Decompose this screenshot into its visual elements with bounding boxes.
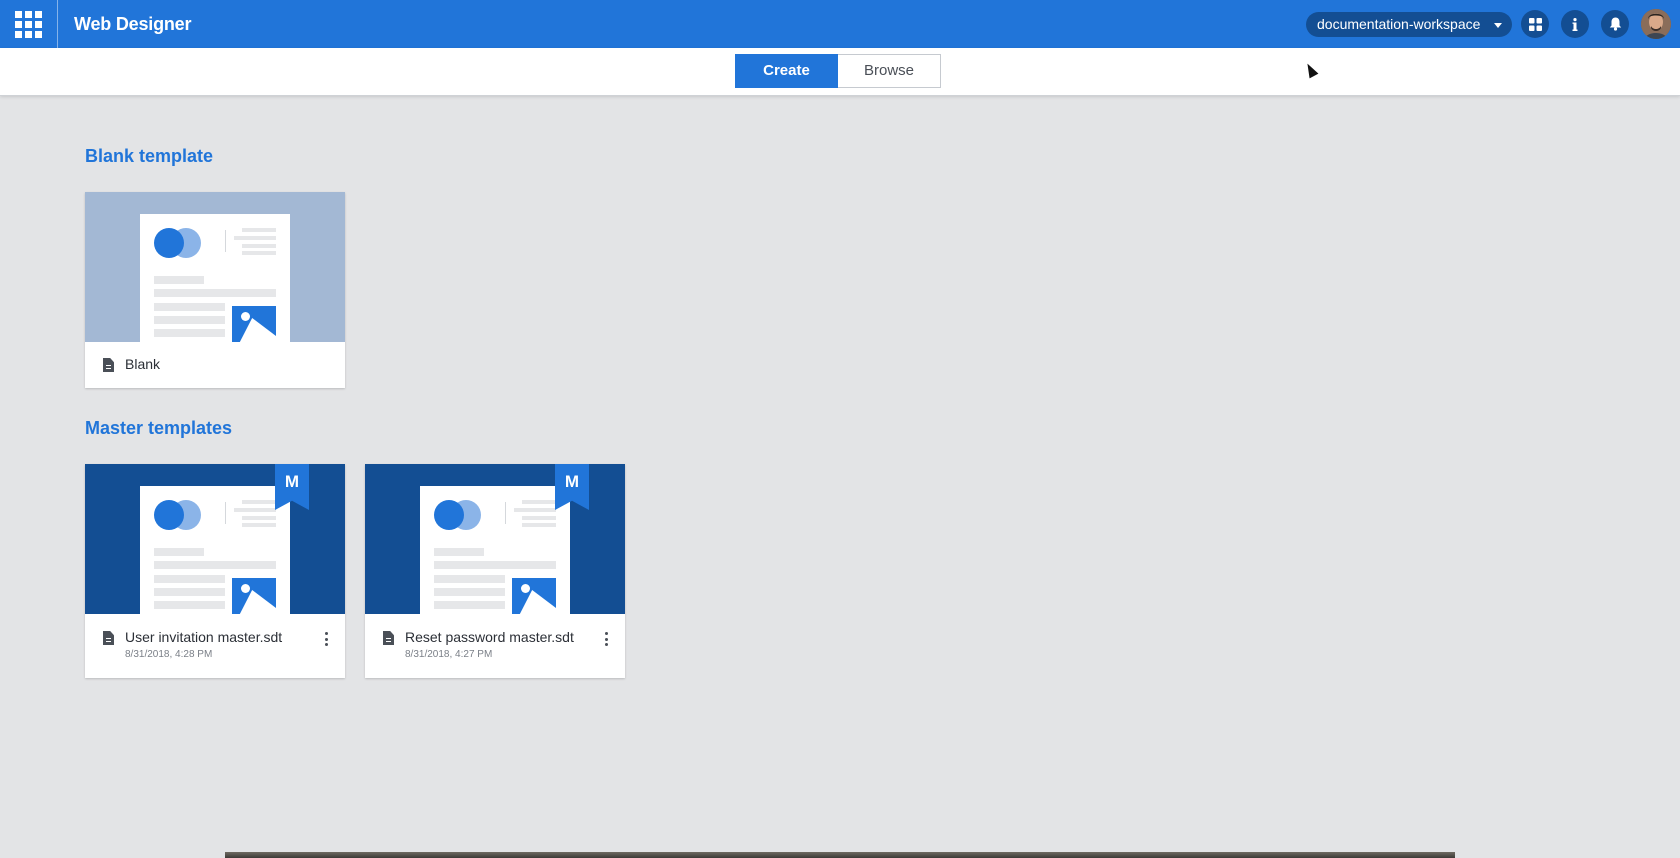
master-badge: M xyxy=(275,464,309,510)
tab-browse[interactable]: Browse xyxy=(838,54,941,88)
dashboard-button[interactable] xyxy=(1521,10,1549,38)
section-title-blank: Blank template xyxy=(85,146,214,166)
view-switcher: Create Browse xyxy=(735,54,941,88)
template-card-blank[interactable]: Blank xyxy=(85,192,345,388)
info-button[interactable] xyxy=(1561,10,1589,38)
more-options-icon[interactable] xyxy=(603,632,609,646)
template-card-reset-password[interactable]: M Reset password master.sdt 8/31/2018, 4… xyxy=(365,464,625,678)
template-thumbnail: M xyxy=(365,464,625,614)
master-badge: M xyxy=(555,464,589,510)
workspace-label: documentation-workspace xyxy=(1317,16,1481,32)
dashboard-icon xyxy=(1528,17,1542,31)
info-icon xyxy=(1572,17,1578,31)
avatar[interactable] xyxy=(1641,9,1671,39)
template-name: Reset password master.sdt xyxy=(405,629,574,645)
top-bar: Web Designer documentation-workspace xyxy=(0,0,1680,48)
template-date: 8/31/2018, 4:28 PM xyxy=(125,649,213,660)
template-thumbnail: M xyxy=(85,464,345,614)
app-title: Web Designer xyxy=(74,13,192,34)
bottom-edge xyxy=(225,852,1455,858)
file-icon xyxy=(383,631,394,645)
file-icon xyxy=(103,631,114,645)
image-placeholder-icon xyxy=(232,578,276,614)
workspace-selector[interactable]: documentation-workspace xyxy=(1306,12,1513,37)
template-thumbnail xyxy=(85,192,345,342)
image-placeholder-icon xyxy=(232,306,276,342)
tab-create[interactable]: Create xyxy=(735,54,838,88)
template-name: Blank xyxy=(125,356,161,372)
template-card-user-invitation[interactable]: M User invitation master.sdt 8/31/2018, … xyxy=(85,464,345,678)
template-name: User invitation master.sdt xyxy=(125,629,283,645)
section-title-master: Master templates xyxy=(85,418,233,438)
user-avatar-icon xyxy=(1641,9,1671,39)
bell-icon xyxy=(1609,17,1621,31)
template-date: 8/31/2018, 4:27 PM xyxy=(405,649,493,660)
file-icon xyxy=(103,358,114,372)
sub-toolbar: Create Browse xyxy=(0,48,1680,96)
notifications-button[interactable] xyxy=(1601,10,1629,38)
apps-grid-icon[interactable] xyxy=(0,0,58,48)
image-placeholder-icon xyxy=(512,578,556,614)
caret-down-icon xyxy=(1494,23,1503,28)
more-options-icon[interactable] xyxy=(323,632,329,646)
